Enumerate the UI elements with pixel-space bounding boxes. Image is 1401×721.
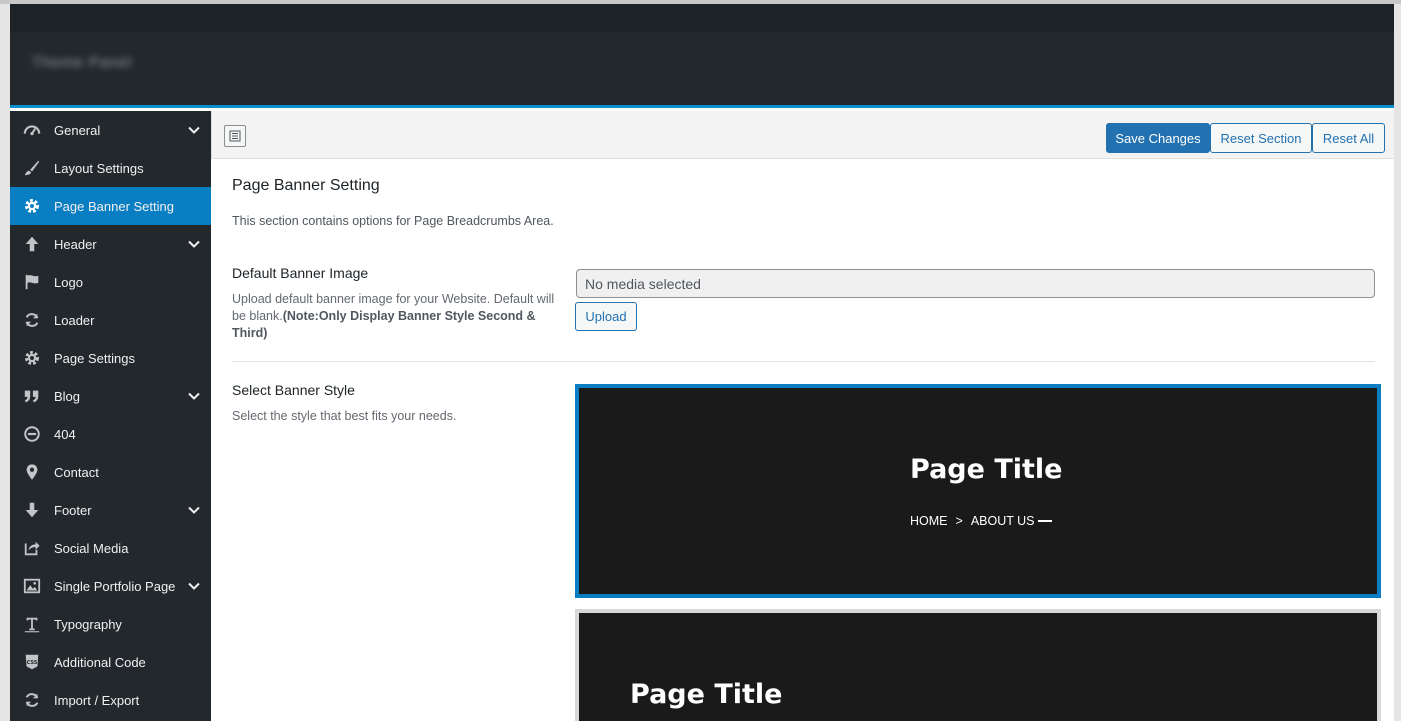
blurred-logo: Theme Panel <box>32 54 133 71</box>
sidebar-item-404[interactable]: 404 <box>10 415 211 453</box>
chevron-down-icon[interactable] <box>187 389 201 403</box>
option-2-page-title: Page Title <box>630 679 783 710</box>
brush-icon <box>22 158 42 178</box>
admin-frame: Theme Panel General Layout Settings Page B… <box>10 4 1394 721</box>
sidebar-item-label: Import / Export <box>54 692 140 708</box>
banner-image-media-field[interactable]: No media selected <box>576 269 1375 298</box>
sidebar-item-label: Blog <box>54 388 81 404</box>
quote-icon <box>22 386 42 406</box>
chevron-down-icon[interactable] <box>187 123 201 137</box>
crumb-current: ABOUT US <box>970 514 1035 528</box>
banner-style-option-2[interactable]: Page Title <box>575 609 1381 721</box>
sidebar-item-label: Additional Code <box>54 654 146 670</box>
sidebar-item-label: Footer <box>54 502 92 518</box>
sidebar-item-label: 404 <box>54 426 76 442</box>
expand-options-button[interactable] <box>224 125 246 147</box>
chevron-down-icon[interactable] <box>187 579 201 593</box>
banner-image-description: Upload default banner image for your Web… <box>232 291 562 342</box>
options-header: Theme Panel <box>10 32 1394 108</box>
banner-image-title: Default Banner Image <box>232 265 369 281</box>
sidebar-item-label: Single Portfolio Page <box>54 578 176 594</box>
refresh-icon <box>22 310 42 330</box>
sidebar-item-general[interactable]: General <box>10 111 211 149</box>
sidebar-item-page-settings[interactable]: Page Settings <box>10 339 211 377</box>
arrow-up-icon <box>22 234 42 254</box>
reset-section-button[interactable]: Reset Section <box>1210 123 1312 153</box>
field-divider <box>232 361 1375 362</box>
sidebar-item-label: Page Banner Setting <box>54 198 174 214</box>
sidebar-item-import-export[interactable]: Import / Export <box>10 681 211 719</box>
dashboard-icon <box>22 120 42 140</box>
sidebar-item-label: Contact <box>54 464 99 480</box>
options-toolbar: Save Changes Reset Section Reset All <box>211 111 1394 159</box>
sidebar-item-page-banner-setting[interactable]: Page Banner Setting <box>10 187 211 225</box>
save-changes-button[interactable]: Save Changes <box>1106 123 1210 153</box>
option-1-page-title: Page Title <box>910 454 1063 485</box>
expand-icon <box>229 130 241 142</box>
flag-icon <box>22 272 42 292</box>
sidebar-item-additional-code[interactable]: CSS Additional Code <box>10 643 211 681</box>
sidebar-item-header[interactable]: Header <box>10 225 211 263</box>
sidebar-item-label: General <box>54 122 101 138</box>
crumb-separator: > <box>955 514 963 528</box>
sidebar-item-footer[interactable]: Footer <box>10 491 211 529</box>
banner-style-option-1[interactable]: Page Title HOME > ABOUT US <box>575 384 1381 598</box>
share-icon <box>22 538 42 558</box>
sidebar-item-typography[interactable]: Typography <box>10 605 211 643</box>
gear-icon <box>22 196 42 216</box>
crumb-home: HOME <box>910 514 948 528</box>
sidebar-item-layout-settings[interactable]: Layout Settings <box>10 149 211 187</box>
crumb-dash <box>1038 520 1053 522</box>
svg-text:CSS: CSS <box>27 660 38 666</box>
sidebar-item-label: Social Media <box>54 540 129 556</box>
sidebar-item-label: Typography <box>54 616 122 632</box>
text-icon <box>22 614 42 634</box>
location-pin-icon <box>22 462 42 482</box>
sidebar-item-loader[interactable]: Loader <box>10 301 211 339</box>
option-1-breadcrumbs: HOME > ABOUT US <box>910 514 1053 528</box>
css-icon: CSS <box>22 652 42 672</box>
sidebar-item-logo[interactable]: Logo <box>10 263 211 301</box>
sidebar-item-label: Page Settings <box>54 350 135 366</box>
options-main: Save Changes Reset Section Reset All Pag… <box>211 111 1394 721</box>
options-sidebar: General Layout Settings Page Banner Settin… <box>10 111 211 721</box>
section-description: This section contains options for Page B… <box>232 214 554 228</box>
reset-all-button[interactable]: Reset All <box>1312 123 1385 153</box>
banner-style-title: Select Banner Style <box>232 382 355 398</box>
sidebar-item-social-media[interactable]: Social Media <box>10 529 211 567</box>
sidebar-item-single-portfolio-page[interactable]: Single Portfolio Page <box>10 567 211 605</box>
sidebar-item-label: Loader <box>54 312 95 328</box>
banner-style-description: Select the style that best fits your nee… <box>232 409 457 423</box>
sidebar-item-label: Layout Settings <box>54 160 144 176</box>
section-title: Page Banner Setting <box>232 177 380 194</box>
admin-bar <box>10 4 1394 32</box>
chevron-down-icon[interactable] <box>187 237 201 251</box>
sidebar-item-blog[interactable]: Blog <box>10 377 211 415</box>
image-icon <box>22 576 42 596</box>
sidebar-item-label: Header <box>54 236 97 252</box>
sidebar-item-label: Logo <box>54 274 83 290</box>
upload-button[interactable]: Upload <box>575 302 637 331</box>
refresh-icon <box>22 690 42 710</box>
chevron-down-icon[interactable] <box>187 503 201 517</box>
gear-icon <box>22 348 42 368</box>
arrow-down-icon <box>22 500 42 520</box>
sidebar-item-contact[interactable]: Contact <box>10 453 211 491</box>
minus-circle-icon <box>22 424 42 444</box>
